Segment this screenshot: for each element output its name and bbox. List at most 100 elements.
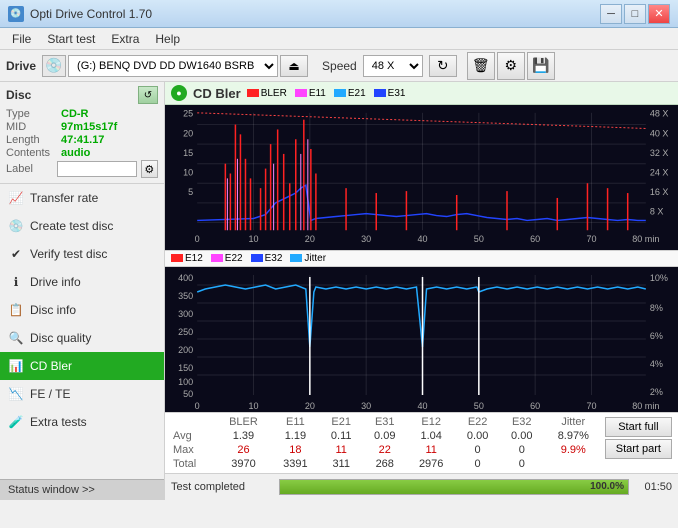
speed-select[interactable]: 48 X [363, 55, 423, 77]
disc-contents-value: audio [61, 147, 90, 159]
max-bler: 26 [216, 443, 271, 457]
chart1-legend: BLER E11 E21 E31 [247, 88, 406, 99]
disc-refresh-button[interactable]: ↺ [138, 86, 158, 104]
sidebar-item-label-drive-info: Drive info [30, 275, 81, 289]
svg-text:10: 10 [183, 168, 193, 178]
svg-text:70: 70 [586, 234, 596, 244]
svg-text:50: 50 [183, 389, 193, 399]
sidebar-item-disc-info[interactable]: 📋 Disc info [0, 296, 164, 324]
disc-length-value: 47:41.17 [61, 134, 104, 146]
svg-text:10: 10 [248, 234, 258, 244]
refresh-button[interactable]: ↻ [429, 55, 457, 77]
total-e31: 268 [363, 457, 407, 471]
svg-text:150: 150 [178, 363, 193, 373]
clear-button[interactable]: 🗑 [467, 52, 495, 80]
total-e22: 0 [456, 457, 500, 471]
svg-text:40 X: 40 X [650, 128, 669, 138]
sidebar-item-verify-test-disc[interactable]: ✔ Verify test disc [0, 240, 164, 268]
sidebar-item-fe-te[interactable]: 📉 FE / TE [0, 380, 164, 408]
drive-select[interactable]: (G:) BENQ DVD DD DW1640 BSRB [68, 55, 278, 77]
max-e12: 11 [407, 443, 456, 457]
progress-fill [280, 480, 628, 494]
svg-text:80 min: 80 min [632, 401, 659, 411]
svg-text:4%: 4% [650, 359, 663, 369]
svg-text:32 X: 32 X [650, 148, 669, 158]
maximize-button[interactable]: □ [624, 4, 646, 24]
sidebar-item-label-disc-quality: Disc quality [30, 331, 91, 345]
col-header-e31: E31 [363, 415, 407, 429]
disc-mid-row: MID 97m15s17f [6, 121, 158, 133]
total-e21: 311 [320, 457, 363, 471]
svg-text:25: 25 [183, 109, 193, 119]
sidebar-item-create-test-disc[interactable]: 💿 Create test disc [0, 212, 164, 240]
sidebar-item-drive-info[interactable]: ℹ Drive info [0, 268, 164, 296]
chart-icon: ● [171, 85, 187, 101]
app-icon: 💿 [8, 6, 24, 22]
sidebar-item-label-extra-tests: Extra tests [30, 415, 87, 429]
avg-e12: 1.04 [407, 429, 456, 443]
sidebar-item-cd-bler[interactable]: 📊 CD Bler [0, 352, 164, 380]
disc-type-row: Type CD-R [6, 108, 158, 120]
table-row-max: Max 26 18 11 22 11 0 0 9.9% [169, 443, 603, 457]
svg-text:300: 300 [178, 309, 193, 319]
avg-e11: 1.19 [271, 429, 320, 443]
menu-bar: File Start test Extra Help [0, 28, 678, 50]
close-button[interactable]: ✕ [648, 4, 670, 24]
eject-button[interactable]: ⏏ [280, 55, 308, 77]
drive-info-icon: ℹ [8, 274, 24, 290]
svg-text:50: 50 [474, 234, 484, 244]
svg-text:48 X: 48 X [650, 109, 669, 119]
menu-extra[interactable]: Extra [103, 30, 147, 48]
svg-text:6%: 6% [650, 331, 663, 341]
svg-text:0: 0 [195, 401, 200, 411]
data-row: BLER E11 E21 E31 E12 E22 E32 Jitter Avg … [165, 412, 678, 473]
total-e32: 0 [500, 457, 544, 471]
total-bler: 3970 [216, 457, 271, 471]
menu-help[interactable]: Help [147, 30, 188, 48]
sidebar-item-disc-quality[interactable]: 🔍 Disc quality [0, 324, 164, 352]
max-label: Max [169, 443, 216, 457]
total-e11: 3391 [271, 457, 320, 471]
svg-text:10%: 10% [650, 273, 668, 283]
max-e21: 11 [320, 443, 363, 457]
svg-text:15: 15 [183, 148, 193, 158]
svg-text:20: 20 [305, 401, 315, 411]
label-settings-button[interactable]: ⚙ [141, 160, 158, 178]
svg-text:250: 250 [178, 327, 193, 337]
stats-table: BLER E11 E21 E31 E12 E22 E32 Jitter Avg … [169, 415, 603, 471]
col-header-e32: E32 [500, 415, 544, 429]
menu-file[interactable]: File [4, 30, 39, 48]
col-header-e21: E21 [320, 415, 363, 429]
sidebar-item-transfer-rate[interactable]: 📈 Transfer rate [0, 184, 164, 212]
disc-section-title: Disc [6, 88, 31, 102]
sidebar-item-extra-tests[interactable]: 🧪 Extra tests [0, 408, 164, 436]
drive-icon: 💿 [42, 55, 66, 77]
avg-e21: 0.11 [320, 429, 363, 443]
svg-text:10: 10 [248, 401, 258, 411]
start-full-button[interactable]: Start full [605, 417, 672, 437]
create-test-disc-icon: 💿 [8, 218, 24, 234]
chart1-container: 25 20 15 10 5 48 X 40 X 32 X 24 X 16 X 8… [165, 105, 678, 250]
avg-bler: 1.39 [216, 429, 271, 443]
col-header-e12: E12 [407, 415, 456, 429]
sidebar: Disc ↺ Type CD-R MID 97m15s17f Length 47… [0, 82, 165, 500]
disc-type-value: CD-R [61, 108, 89, 120]
verify-test-disc-icon: ✔ [8, 246, 24, 262]
status-window-button[interactable]: Status window >> [0, 479, 164, 500]
time-display: 01:50 [637, 481, 672, 493]
svg-text:0: 0 [195, 234, 200, 244]
content-area: ● CD Bler BLER E11 E21 E31 [165, 82, 678, 500]
menu-start-test[interactable]: Start test [39, 30, 103, 48]
progress-percentage: 100.0% [590, 480, 624, 494]
minimize-button[interactable]: ─ [600, 4, 622, 24]
table-row-total: Total 3970 3391 311 268 2976 0 0 [169, 457, 603, 471]
svg-text:8 X: 8 X [650, 207, 664, 217]
disc-label-input[interactable] [57, 161, 137, 177]
start-part-button[interactable]: Start part [605, 439, 672, 459]
disc-type-label: Type [6, 108, 61, 120]
progress-bar: 100.0% [279, 479, 629, 495]
save-button[interactable]: 💾 [527, 52, 555, 80]
options-button[interactable]: ⚙ [497, 52, 525, 80]
nav-list: 📈 Transfer rate 💿 Create test disc ✔ Ver… [0, 184, 164, 436]
svg-text:20: 20 [305, 234, 315, 244]
